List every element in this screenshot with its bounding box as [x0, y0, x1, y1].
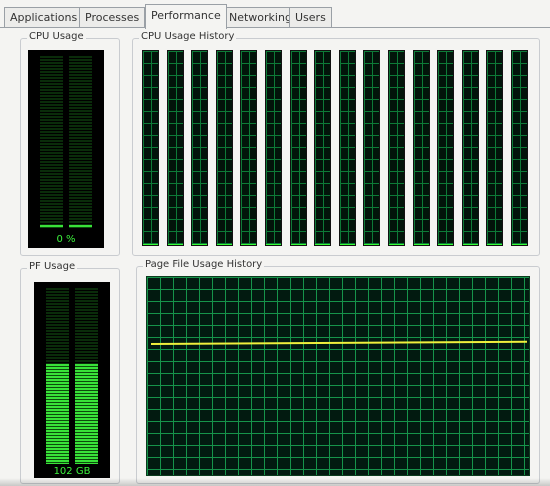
tab-users[interactable]: Users [289, 7, 332, 27]
cpu-core-graph [461, 50, 479, 246]
pf-meter-fill-right [75, 363, 98, 464]
pf-usage-value: 102 GB [53, 466, 91, 477]
cpu-meter-fill-right [69, 224, 92, 228]
cpu-core-trace [413, 244, 429, 245]
cpu-core-trace [315, 244, 331, 245]
tab-processes[interactable]: Processes [79, 7, 146, 27]
pf-history-title: Page File Usage History [143, 259, 265, 270]
cpu-core-graph [265, 50, 282, 246]
cpu-core-trace [487, 244, 503, 245]
cpu-core-trace [266, 244, 281, 245]
bottom-shadow [0, 478, 550, 486]
cpu-core-graph [289, 50, 307, 246]
pf-usage-title: PF Usage [27, 261, 78, 272]
cpu-core-trace [339, 244, 355, 245]
cpu-history-title: CPU Usage History [139, 31, 237, 42]
pf-meter-bar-right [75, 288, 98, 464]
pf-meter-bars [46, 288, 98, 464]
cpu-core-graph [511, 50, 528, 246]
cpu-core-trace [143, 244, 158, 245]
cpu-core-graph [338, 50, 356, 246]
tab-performance[interactable]: Performance [145, 4, 227, 29]
cpu-core-graph [215, 50, 233, 246]
cpu-usage-meter: 0 % [28, 50, 104, 248]
pf-usage-meter: 102 GB [34, 282, 110, 478]
cpu-core-trace [462, 244, 478, 245]
cpu-history-graphs [142, 50, 528, 246]
cpu-core-trace [290, 244, 306, 245]
tab-bar: Applications Processes Performance Netwo… [0, 0, 550, 29]
cpu-core-graph [388, 50, 405, 246]
cpu-core-trace [364, 244, 380, 245]
cpu-core-trace [167, 244, 183, 245]
cpu-usage-value: 0 % [56, 234, 76, 245]
pf-history-line [150, 340, 527, 345]
cpu-core-graph [240, 50, 258, 246]
tab-networking[interactable]: Networking [223, 7, 298, 27]
cpu-core-trace [192, 244, 208, 245]
tab-divider [0, 27, 550, 28]
cpu-core-graph [486, 50, 504, 246]
cpu-meter-bar-right [69, 56, 92, 228]
cpu-core-trace [241, 244, 257, 245]
cpu-core-graph [363, 50, 381, 246]
cpu-meter-bar-left [40, 56, 63, 228]
pf-meter-bar-left [46, 288, 69, 464]
cpu-core-graph [191, 50, 209, 246]
cpu-core-trace [216, 244, 232, 245]
cpu-core-trace [512, 244, 527, 245]
tab-applications[interactable]: Applications [4, 7, 84, 27]
cpu-core-graph [166, 50, 184, 246]
cpu-meter-fill-left [40, 224, 63, 228]
cpu-core-graph [437, 50, 455, 246]
cpu-core-trace [438, 244, 454, 245]
cpu-core-graph [314, 50, 332, 246]
cpu-usage-title: CPU Usage [27, 31, 86, 42]
cpu-core-graph [412, 50, 430, 246]
pf-meter-fill-left [46, 363, 69, 464]
pf-history-graph [146, 276, 530, 476]
cpu-core-trace [389, 244, 404, 245]
cpu-meter-bars [40, 56, 92, 228]
cpu-core-graph [142, 50, 159, 246]
